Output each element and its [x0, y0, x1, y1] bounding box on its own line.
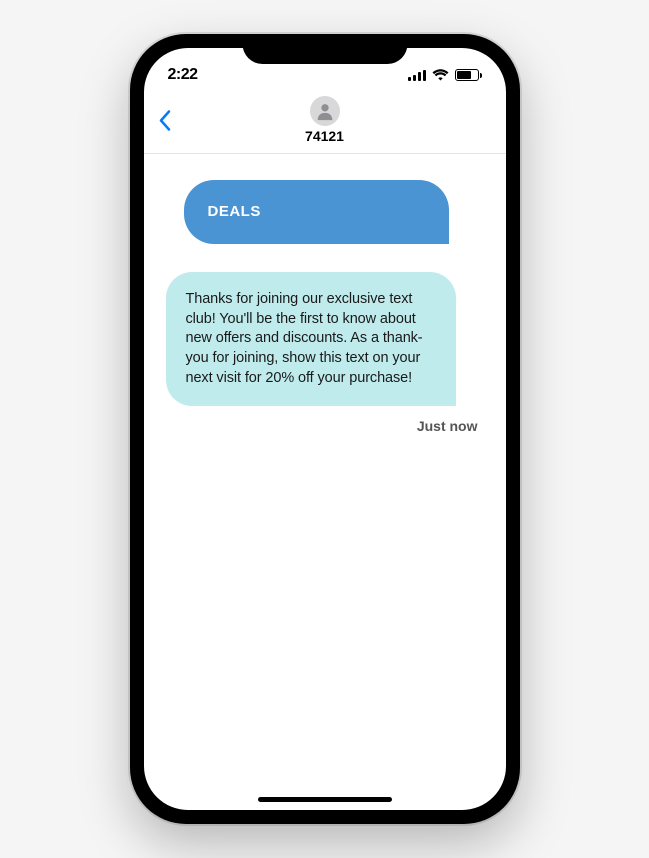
battery-icon: [455, 69, 482, 81]
message-timestamp: Just now: [166, 418, 484, 434]
message-sent-row: DEALS: [166, 180, 484, 244]
messages-list[interactable]: DEALS Thanks for joining our exclusive t…: [144, 154, 506, 810]
phone-frame: 2:22: [130, 34, 520, 824]
message-received-row: Thanks for joining our exclusive text cl…: [166, 272, 484, 406]
status-time: 2:22: [168, 66, 198, 84]
message-sent-bubble[interactable]: DEALS: [184, 180, 449, 244]
message-received-text: Thanks for joining our exclusive text cl…: [186, 291, 423, 385]
message-received-bubble[interactable]: Thanks for joining our exclusive text cl…: [166, 272, 456, 406]
message-sent-text: DEALS: [208, 203, 261, 220]
status-indicators: [408, 69, 482, 81]
phone-notch: [242, 34, 407, 64]
phone-screen: 2:22: [144, 48, 506, 810]
home-indicator[interactable]: [258, 797, 392, 802]
contact-name[interactable]: 74121: [305, 128, 344, 144]
cellular-icon: [408, 70, 426, 81]
avatar[interactable]: [310, 96, 340, 126]
back-button[interactable]: [158, 107, 171, 138]
wifi-icon: [432, 69, 449, 81]
nav-header: 74121: [144, 92, 506, 154]
